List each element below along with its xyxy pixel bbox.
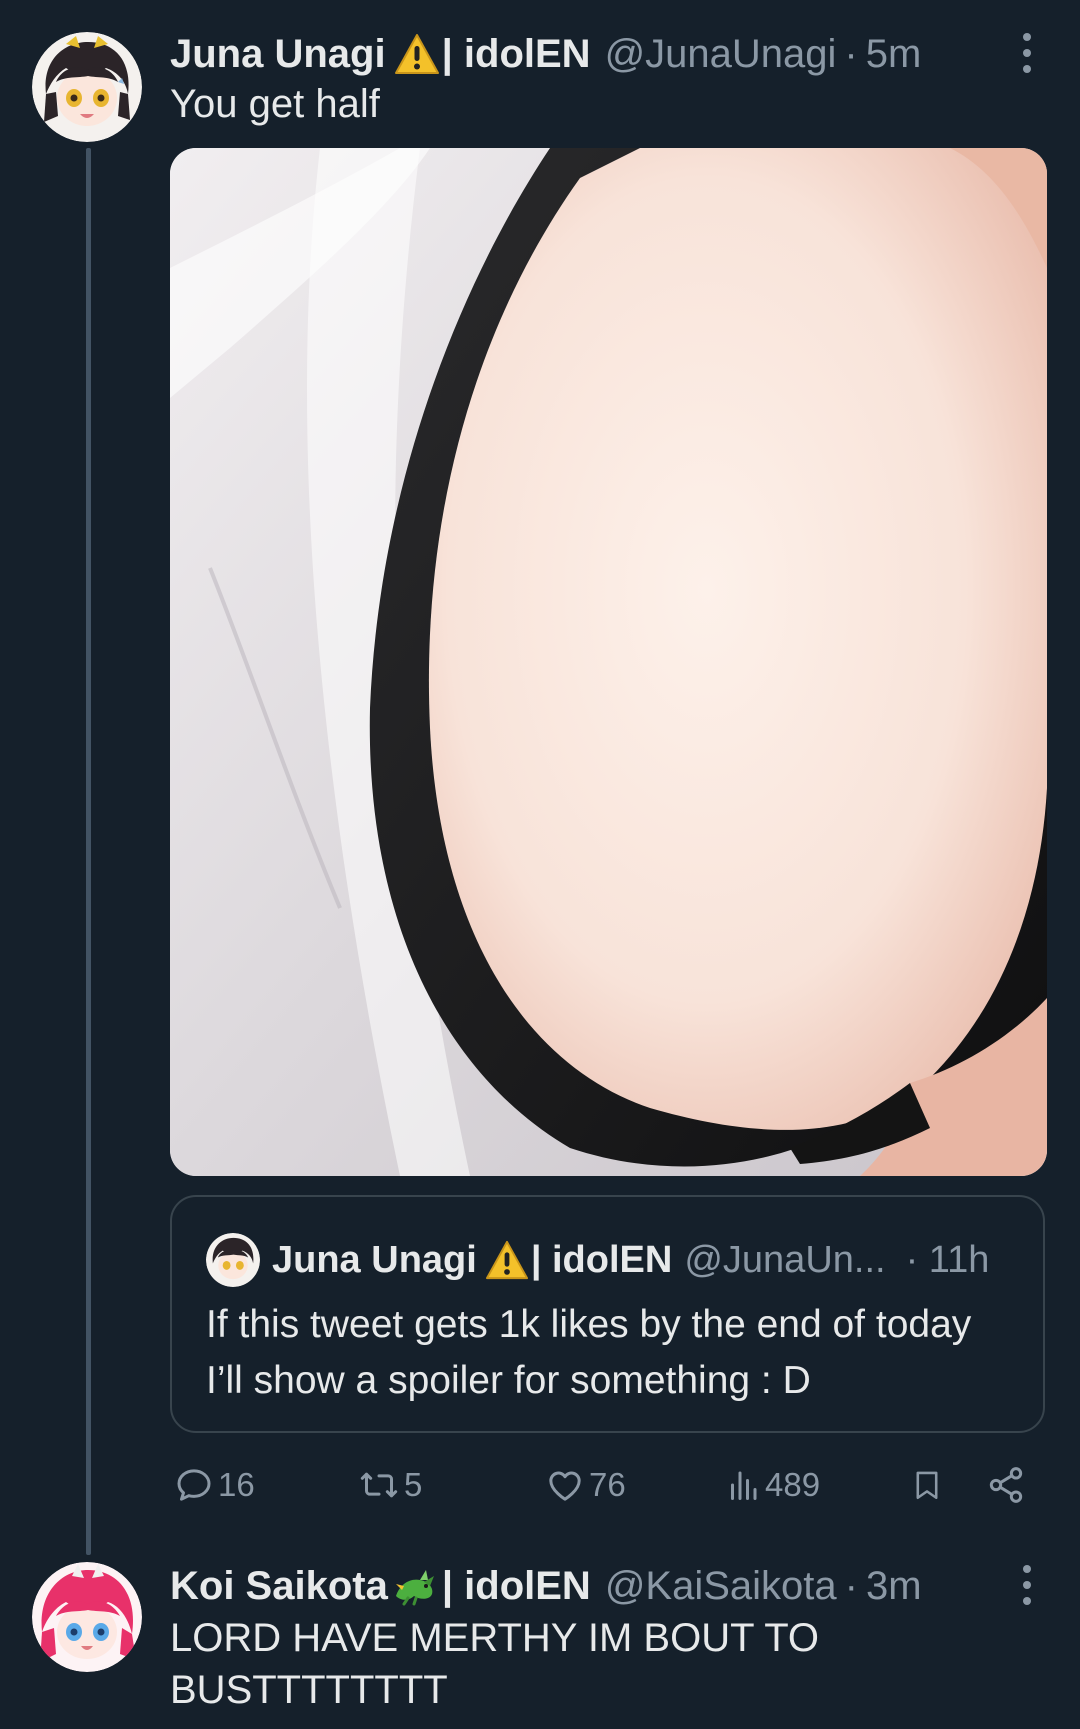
- main-tweet-text: You get half: [170, 82, 380, 126]
- reply-author-handle[interactable]: @KaiSaikota: [605, 1562, 837, 1610]
- reply-author-avatar[interactable]: [32, 1562, 142, 1672]
- reply-timestamp[interactable]: 3m: [866, 1562, 922, 1610]
- like-button[interactable]: 76: [545, 1465, 626, 1505]
- header-separator: ·: [844, 32, 858, 76]
- more-options-icon[interactable]: [1020, 33, 1034, 73]
- warning-sign-emoji-icon: [485, 1239, 529, 1281]
- author-display-name[interactable]: Juna Unagi: [170, 30, 386, 78]
- reply-author-display-name[interactable]: Koi Saikota: [170, 1562, 388, 1610]
- like-count: 76: [589, 1466, 626, 1503]
- quoted-tweet-card[interactable]: Juna Unagi | idolEN @JunaUn... · 11h If …: [170, 1195, 1045, 1433]
- quoted-tweet-timestamp: · 11h: [905, 1238, 990, 1281]
- tweet-media-image[interactable]: [170, 148, 1047, 1176]
- share-icon: [989, 1467, 1023, 1503]
- analytics-bars-icon: [731, 1471, 757, 1500]
- view-count: 489: [765, 1466, 821, 1503]
- main-tweet-header: Juna Unagi | idolEN @JunaUnagi · 5m: [170, 30, 921, 78]
- dragon-emoji-icon: [390, 1566, 438, 1606]
- bookmark-icon: [916, 1471, 938, 1500]
- tweet-thread: Juna Unagi | idolEN @JunaUnagi · 5m You …: [0, 0, 1080, 1729]
- tweet-action-bar: 16 5 76 489: [170, 1465, 1045, 1515]
- tweet-timestamp[interactable]: 5m: [866, 30, 922, 78]
- reply-tweet-text: LORD HAVE MERTHY IM BOUT TO BUSTTTTTTTT: [170, 1616, 820, 1712]
- warning-sign-emoji-icon: [394, 32, 440, 76]
- quoted-author-display-name: Juna Unagi: [272, 1238, 477, 1281]
- retweet-button[interactable]: 5: [358, 1465, 422, 1505]
- retweet-icon: [360, 1472, 398, 1498]
- bookmark-button[interactable]: [910, 1465, 944, 1505]
- reply-more-options-icon[interactable]: [1020, 1565, 1034, 1605]
- quoted-author-handle: @JunaUn...: [684, 1238, 886, 1281]
- reply-tweet-header: Koi Saikota | idolEN @KaiSaikota · 3m: [170, 1562, 922, 1610]
- heart-icon: [549, 1471, 581, 1501]
- views-button[interactable]: 489: [725, 1465, 820, 1505]
- reply-count: 16: [218, 1466, 255, 1503]
- quoted-tweet-text: If this tweet gets 1k likes by the end o…: [206, 1303, 972, 1402]
- author-handle[interactable]: @JunaUnagi: [605, 30, 837, 78]
- quoted-author-avatar: [206, 1233, 260, 1287]
- thread-connector-line: [86, 148, 91, 1555]
- author-affiliation-badge: | idolEN: [441, 32, 591, 76]
- header-separator: ·: [844, 1564, 858, 1608]
- quoted-tweet-header: Juna Unagi | idolEN @JunaUn... · 11h: [206, 1233, 989, 1287]
- quoted-author-badge: | idolEN: [530, 1238, 673, 1281]
- share-button[interactable]: [986, 1465, 1026, 1505]
- reply-button[interactable]: 16: [174, 1465, 255, 1505]
- author-avatar[interactable]: [32, 32, 142, 142]
- retweet-count: 5: [404, 1466, 423, 1503]
- reply-author-affiliation-badge: | idolEN: [441, 1564, 591, 1608]
- reply-icon: [177, 1469, 211, 1501]
